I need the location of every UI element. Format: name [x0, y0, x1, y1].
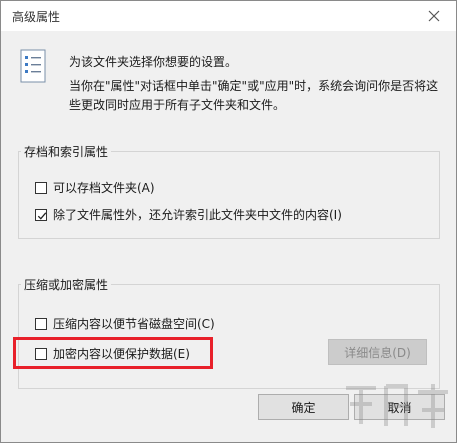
compress-encrypt-legend: 压缩或加密属性 — [21, 276, 112, 293]
index-checkbox[interactable] — [35, 208, 47, 221]
compress-checkbox[interactable] — [35, 317, 47, 330]
advanced-attributes-dialog: 高级属性 为该文件夹选择你想要的设置。 当你在"属性"对话框中单击"确定"或"应… — [0, 0, 457, 443]
encrypt-highlight-box — [13, 337, 213, 369]
archive-index-legend: 存档和索引属性 — [21, 143, 112, 160]
archive-checkbox-row[interactable]: 可以存档文件夹(A) — [35, 179, 155, 196]
intro-text: 为该文件夹选择你想要的设置。 — [69, 55, 238, 69]
details-button[interactable]: 详细信息(D) — [328, 339, 427, 365]
intro-description: 当你在"属性"对话框中单击"确定"或"应用"时，系统会询问你是否将这些更改同时应… — [69, 79, 439, 112]
archive-checkbox-label: 可以存档文件夹(A) — [53, 181, 155, 195]
title-bar: 高级属性 — [1, 1, 456, 31]
compress-checkbox-row[interactable]: 压缩内容以便节省磁盘空间(C) — [35, 315, 215, 332]
check-icon — [37, 211, 47, 220]
window-title: 高级属性 — [12, 10, 61, 24]
archive-checkbox[interactable] — [35, 181, 47, 194]
document-checklist-icon — [20, 49, 46, 83]
compress-checkbox-label: 压缩内容以便节省磁盘空间(C) — [53, 317, 215, 331]
close-icon[interactable] — [424, 6, 444, 26]
index-checkbox-row[interactable]: 除了文件属性外，还允许索引此文件夹中文件的内容(I) — [35, 206, 342, 223]
index-checkbox-label: 除了文件属性外，还允许索引此文件夹中文件的内容(I) — [53, 208, 342, 222]
watermark-logo — [336, 374, 456, 442]
